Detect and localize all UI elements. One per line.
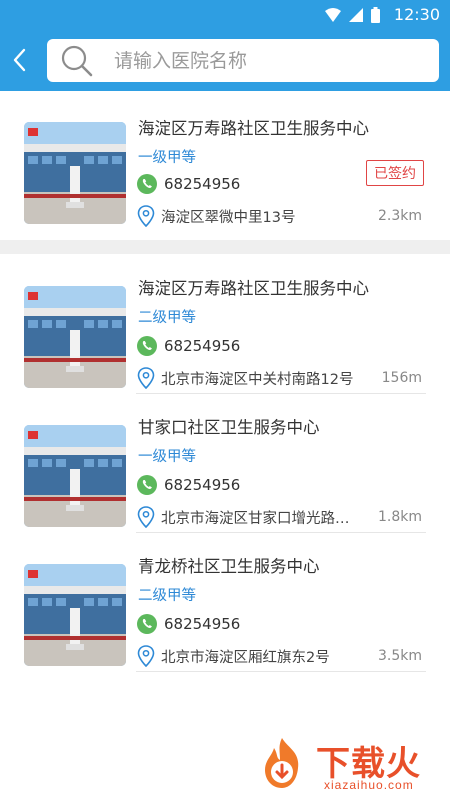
phone-number: 68254956 bbox=[164, 175, 241, 193]
phone-row[interactable]: 68254956 bbox=[137, 614, 240, 634]
status-time: 12:30 bbox=[393, 5, 440, 24]
hospital-address: 北京市海淀区厢红旗东2号 bbox=[161, 649, 330, 666]
hospital-name: 海淀区万寿路社区卫生服务中心 bbox=[138, 279, 369, 298]
top-bar bbox=[0, 29, 450, 91]
hospital-card[interactable]: 甘家口社区卫生服务中心 一级甲等 68254956 北京市海淀区甘家口增光路… … bbox=[0, 393, 450, 532]
hospital-name: 甘家口社区卫生服务中心 bbox=[138, 418, 320, 437]
phone-row[interactable]: 68254956 bbox=[137, 336, 240, 356]
signal-icon bbox=[348, 7, 363, 22]
row-divider bbox=[136, 532, 426, 533]
hospital-level: 二级甲等 bbox=[138, 588, 196, 604]
address-row: 海淀区翠微中里13号 bbox=[137, 205, 377, 227]
address-row: 北京市海淀区中关村南路12号 bbox=[137, 367, 377, 389]
flame-icon bbox=[265, 738, 299, 788]
search-box[interactable] bbox=[47, 39, 439, 82]
hospital-distance: 156m bbox=[381, 370, 422, 386]
hospital-card[interactable]: 青龙桥社区卫生服务中心 二级甲等 68254956 北京市海淀区厢红旗东2号 3… bbox=[0, 532, 450, 671]
hospital-name: 青龙桥社区卫生服务中心 bbox=[138, 557, 320, 576]
phone-number: 68254956 bbox=[164, 476, 241, 494]
hospital-photo bbox=[24, 122, 126, 224]
phone-icon bbox=[137, 614, 157, 634]
hospital-photo bbox=[24, 286, 126, 388]
row-divider bbox=[136, 671, 426, 672]
phone-row[interactable]: 68254956 bbox=[137, 475, 240, 495]
phone-icon bbox=[137, 475, 157, 495]
phone-row[interactable]: 68254956 bbox=[137, 174, 240, 194]
watermark-logo: 下载火 xiazaihuo.com bbox=[252, 734, 442, 794]
status-bar: 12:30 bbox=[0, 0, 450, 29]
phone-icon bbox=[137, 336, 157, 356]
phone-number: 68254956 bbox=[164, 615, 241, 633]
battery-icon bbox=[370, 6, 380, 23]
address-row: 北京市海淀区甘家口增光路… bbox=[137, 506, 377, 528]
hospital-level: 一级甲等 bbox=[138, 449, 196, 465]
hospital-distance: 1.8km bbox=[377, 509, 422, 525]
signed-hospital-card[interactable]: 海淀区万寿路社区卫生服务中心 一级甲等 68254956 已签约 海淀区翠微中里… bbox=[0, 91, 450, 240]
hospital-photo bbox=[24, 425, 126, 527]
signed-badge: 已签约 bbox=[366, 160, 424, 186]
location-pin-icon bbox=[137, 645, 155, 667]
chevron-left-icon bbox=[13, 48, 26, 72]
hospital-address: 北京市海淀区甘家口增光路… bbox=[161, 510, 350, 527]
section-divider bbox=[0, 240, 450, 254]
search-icon bbox=[61, 45, 93, 76]
address-row: 北京市海淀区厢红旗东2号 bbox=[137, 645, 377, 667]
hospital-level: 一级甲等 bbox=[138, 150, 196, 166]
row-divider bbox=[136, 393, 426, 394]
hospital-level: 二级甲等 bbox=[138, 310, 196, 326]
hospital-distance: 2.3km bbox=[377, 208, 422, 224]
search-input[interactable] bbox=[114, 49, 414, 72]
watermark-url: xiazaihuo.com bbox=[324, 778, 414, 792]
hospital-card[interactable]: 海淀区万寿路社区卫生服务中心 二级甲等 68254956 北京市海淀区中关村南路… bbox=[0, 254, 450, 393]
phone-icon bbox=[137, 174, 157, 194]
hospital-address: 海淀区翠微中里13号 bbox=[161, 209, 296, 226]
location-pin-icon bbox=[137, 367, 155, 389]
hospital-list: 海淀区万寿路社区卫生服务中心 一级甲等 68254956 已签约 海淀区翠微中里… bbox=[0, 91, 450, 672]
back-button[interactable] bbox=[4, 43, 34, 77]
hospital-photo bbox=[24, 564, 126, 666]
phone-number: 68254956 bbox=[164, 337, 241, 355]
hospital-address: 北京市海淀区中关村南路12号 bbox=[161, 371, 354, 388]
location-pin-icon bbox=[137, 205, 155, 227]
hospital-name: 海淀区万寿路社区卫生服务中心 bbox=[138, 119, 369, 138]
hospital-distance: 3.5km bbox=[377, 648, 422, 664]
wifi-icon bbox=[324, 7, 341, 22]
location-pin-icon bbox=[137, 506, 155, 528]
